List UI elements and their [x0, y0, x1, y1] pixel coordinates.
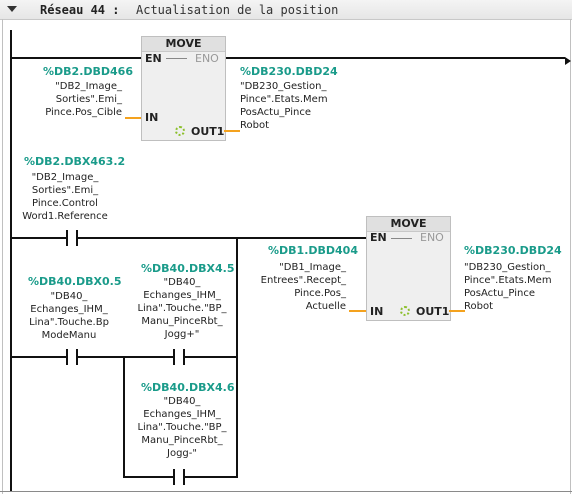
move-block-2-title: MOVE	[367, 217, 450, 232]
contact-jogg-minus-address[interactable]: %DB40.DBX4.6	[141, 381, 235, 394]
move-block-1-title: MOVE	[142, 37, 225, 52]
contact-bpmodemanu[interactable]	[55, 349, 89, 365]
move1-in-symbol[interactable]: "DB2_Image_ Sorties".Emi_ Pince.Pos_Cibl…	[20, 80, 122, 119]
left-frame	[2, 19, 3, 494]
contact-bpmode-symbol[interactable]: "DB40_ Echanges_IHM_ Lina".Touche.Bp Mod…	[14, 290, 124, 342]
wire-jogg-minus-out	[196, 476, 238, 478]
move2-en-eno-line	[391, 238, 412, 239]
contact-reference[interactable]	[55, 230, 89, 246]
move-block-1[interactable]: MOVE EN ENO IN OUT1	[141, 36, 226, 141]
move1-in-address[interactable]: %DB2.DBD466	[43, 65, 133, 78]
move2-eno-pin[interactable]: ENO	[420, 232, 444, 244]
bottom-frame	[0, 491, 572, 492]
move2-gear-icon	[400, 306, 410, 316]
network-comment[interactable]: Actualisation de la position	[136, 3, 338, 17]
contact-jogg-plus-symbol[interactable]: "DB40_ Echanges_IHM_ Lina".Touche."BP_ M…	[126, 276, 238, 341]
contact-jogg-plus-address[interactable]: %DB40.DBX4.5	[141, 262, 235, 275]
contact-ref-address[interactable]: %DB2.DBX463.2	[24, 155, 125, 168]
move1-out1-pin[interactable]: OUT1	[191, 126, 224, 138]
move1-in-stub	[125, 117, 141, 119]
move2-out1-pin[interactable]: OUT1	[416, 306, 449, 318]
move-block-2[interactable]: MOVE EN ENO IN OUT1	[366, 216, 451, 321]
move2-en-pin[interactable]: EN	[370, 232, 387, 244]
move1-en-eno-line	[166, 58, 187, 59]
move1-eno-pin[interactable]: ENO	[195, 53, 219, 65]
wire-rung2-b	[89, 237, 367, 239]
network-header[interactable]: Réseau 44 : Actualisation de la position	[0, 0, 572, 20]
wire-rung3-b	[89, 356, 166, 358]
wire-rung1-en	[10, 57, 141, 59]
collapse-arrow-icon[interactable]	[7, 6, 17, 12]
wire-jogg-minus-in	[123, 476, 166, 478]
rung-end-arrow-icon	[565, 57, 571, 65]
contact-bpmode-address[interactable]: %DB40.DBX0.5	[28, 275, 122, 288]
network-title: Réseau 44 :	[40, 3, 120, 17]
contact-ref-symbol[interactable]: "DB2_Image_ Sorties".Emi_ Pince.Control …	[12, 171, 118, 223]
wire-or-left-vertical	[123, 356, 125, 477]
move2-in-symbol[interactable]: "DB1_Image_ Entrees".Recept_ Pince.Pos_ …	[240, 261, 346, 313]
move2-in-pin[interactable]: IN	[370, 306, 383, 318]
move1-out-symbol[interactable]: "DB230_Gestion_ Pince".Etats.Mem PosActu…	[240, 80, 350, 132]
wire-jogg-plus-out	[196, 356, 237, 358]
move2-out-symbol[interactable]: "DB230_Gestion_ Pince".Etats.Mem PosActu…	[464, 261, 568, 313]
power-rail	[10, 30, 12, 492]
contact-jogg-minus[interactable]	[162, 469, 196, 485]
move1-en-pin[interactable]: EN	[145, 53, 162, 65]
move2-out-address[interactable]: %DB230.DBD24	[464, 244, 562, 257]
move2-in-stub	[349, 310, 366, 312]
right-frame	[570, 19, 571, 494]
wire-rung3-a	[10, 356, 60, 358]
move1-out-stub	[224, 130, 240, 132]
move2-out-stub	[449, 310, 465, 312]
wire-rung2-a	[10, 237, 60, 239]
move2-in-address[interactable]: %DB1.DBD404	[268, 244, 358, 257]
wire-rung1-eno	[225, 57, 565, 59]
move1-out-address[interactable]: %DB230.DBD24	[240, 65, 338, 78]
move1-in-pin[interactable]: IN	[145, 112, 158, 124]
move1-gear-icon	[175, 126, 185, 136]
contact-jogg-minus-symbol[interactable]: "DB40_ Echanges_IHM_ Lina".Touche."BP_ M…	[126, 395, 238, 460]
contact-jogg-plus[interactable]	[162, 349, 196, 365]
